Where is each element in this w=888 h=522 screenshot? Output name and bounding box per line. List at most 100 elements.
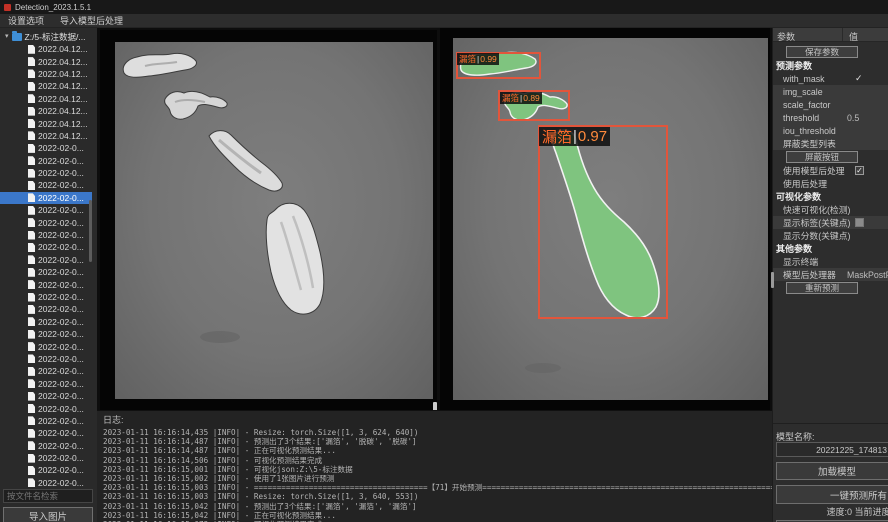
param-button[interactable]: 屏蔽按钮 (786, 151, 858, 163)
tree-item-file[interactable]: 2022-02-0... (0, 216, 92, 228)
tree-item-file[interactable]: 2022-02-0... (0, 316, 92, 328)
param-row[interactable]: 快速可视化(检测) (773, 203, 888, 216)
param-label: img_scale (783, 87, 823, 97)
param-row[interactable]: 模型后处理器MaskPostPro (773, 268, 888, 281)
param-button[interactable]: 保存参数 (786, 46, 858, 58)
tree-item-file[interactable]: 2022-02-0... (0, 142, 92, 154)
log-line: 2023-01-11 16:16:15,042 |INFO| - 正在可视化预测… (103, 511, 772, 520)
file-name: 2022.04.12... (38, 57, 88, 67)
checkbox[interactable]: ✓ (855, 166, 864, 175)
param-row[interactable]: threshold0.5 (773, 111, 888, 124)
tree-scrollbar-thumb[interactable] (89, 200, 92, 262)
tree-item-file[interactable]: 2022.04.12... (0, 55, 92, 67)
param-button[interactable]: 重新预测 (786, 282, 858, 294)
tree-item-file[interactable]: 2022-02-0... (0, 477, 92, 488)
tree-item-file[interactable]: 2022-02-0... (0, 365, 92, 377)
param-button-row: 重新预测 (773, 281, 888, 295)
file-name: 2022-02-0... (38, 255, 84, 265)
log-title: 日志: (103, 413, 772, 426)
log-panel[interactable]: 日志: 2023-01-11 16:16:14,435 |INFO| - Res… (97, 410, 772, 522)
tree-item-file[interactable]: 2022-02-0... (0, 390, 92, 402)
param-row[interactable]: 显示终端 (773, 255, 888, 268)
file-name: 2022-02-0... (38, 416, 84, 426)
tree-item-file[interactable]: 2022.04.12... (0, 80, 92, 92)
tree-item-file[interactable]: 2022-02-0... (0, 278, 92, 290)
param-row[interactable]: with_mask✓ (773, 72, 888, 85)
load-model-button[interactable]: 加载模型 (776, 462, 888, 480)
tree-item-file[interactable]: 2022.04.12... (0, 105, 92, 117)
file-icon (28, 367, 35, 376)
menu-item-settings[interactable]: 设置选项 (8, 14, 44, 27)
file-name: 2022.04.12... (38, 69, 88, 79)
tree-item-file[interactable]: 2022-02-0... (0, 204, 92, 216)
param-label: with_mask (783, 74, 825, 84)
file-icon (28, 317, 35, 326)
file-tree[interactable]: ▾ Z:/5-标注数据/... 2022.04.12...2022.04.12.… (0, 30, 97, 488)
file-name: 2022-02-0... (38, 354, 84, 364)
param-row[interactable]: 显示分数(关键点) (773, 229, 888, 242)
param-label: threshold (783, 113, 819, 123)
file-icon (28, 379, 35, 388)
defect-shapes (115, 42, 433, 399)
param-label: 显示终端 (783, 255, 818, 268)
file-name: 2022-02-0... (38, 304, 84, 314)
tree-item-file[interactable]: 2022-02-0... (0, 340, 92, 352)
panel-splitter-handle[interactable] (771, 272, 774, 288)
search-input[interactable] (3, 489, 93, 503)
log-line: 2023-01-11 16:16:15,042 |INFO| - 预测出了3个结… (103, 502, 772, 511)
tree-item-file[interactable]: 2022-02-0... (0, 378, 92, 390)
column-header-value: 值 (842, 28, 888, 41)
param-row[interactable]: iou_threshold (773, 124, 888, 137)
tree-item-file[interactable]: 2022-02-0... (0, 328, 92, 340)
tree-item-file[interactable]: 2022-02-0... (0, 266, 92, 278)
file-icon (28, 478, 35, 487)
param-row[interactable]: 屏蔽类型列表 (773, 137, 888, 150)
tree-item-file[interactable]: 2022-02-0... (0, 229, 92, 241)
tree-item-file[interactable]: 2022.04.12... (0, 130, 92, 142)
checkbox[interactable] (855, 218, 864, 227)
tree-item-file[interactable]: 2022-02-0... (0, 415, 92, 427)
tree-root-folder[interactable]: ▾ Z:/5-标注数据/... (0, 30, 97, 43)
tree-item-file[interactable]: 2022-02-0... (0, 241, 92, 253)
tree-item-file[interactable]: 2022-02-0... (0, 303, 92, 315)
param-label: 快速可视化(检测) (783, 203, 850, 216)
tree-item-file[interactable]: 2022-02-0... (0, 179, 92, 191)
file-icon (28, 354, 35, 363)
predict-all-button[interactable]: 一键预测所有 (776, 485, 888, 504)
tree-item-file[interactable]: 2022.04.12... (0, 43, 92, 55)
tree-item-file[interactable]: 2022-02-0... (0, 254, 92, 266)
param-row[interactable]: 使用后处理 (773, 177, 888, 190)
log-line: 2023-01-11 16:16:14,487 |INFO| - 正在可视化预测… (103, 446, 772, 455)
tree-item-file[interactable]: 2022-02-0... (0, 291, 92, 303)
image-canvas-original[interactable] (115, 42, 433, 399)
param-row[interactable]: scale_factor (773, 98, 888, 111)
file-name: 2022-02-0... (38, 366, 84, 376)
file-icon (28, 144, 35, 153)
file-icon (28, 231, 35, 240)
tree-item-file[interactable]: 2022-02-0... (0, 402, 92, 414)
param-row[interactable]: img_scale (773, 85, 888, 98)
menu-item-import-postprocess[interactable]: 导入模型后处理 (60, 14, 123, 27)
tree-item-file[interactable]: 2022-02-0... (0, 452, 92, 464)
import-images-button[interactable]: 导入图片 (3, 507, 93, 522)
tree-item-file[interactable]: 2022-02-0... (0, 353, 92, 365)
tree-item-file[interactable]: 2022-02-0... (0, 464, 92, 476)
param-row[interactable]: 显示标签(关键点) (773, 216, 888, 229)
param-row[interactable]: 使用模型后处理✓ (773, 164, 888, 177)
tree-item-file[interactable]: 2022.04.12... (0, 117, 92, 129)
tree-item-file[interactable]: 2022-02-0... (0, 440, 92, 452)
tree-item-file[interactable]: 2022-02-0... (0, 427, 92, 439)
image-canvas-prediction[interactable]: 漏箔 | 0.99 漏箔 | 0.89 漏箔 | 0.97 (453, 38, 768, 400)
label-separator: | (477, 54, 479, 64)
tree-item-file[interactable]: 2022-02-0... (0, 167, 92, 179)
model-name-field[interactable] (776, 442, 888, 457)
file-name: 2022.04.12... (38, 44, 88, 54)
file-name: 2022.04.12... (38, 106, 88, 116)
tree-item-file[interactable]: 2022.04.12... (0, 68, 92, 80)
file-icon (28, 429, 35, 438)
file-name: 2022-02-0... (38, 205, 84, 215)
detection-label: 漏箔 | 0.99 (457, 53, 499, 65)
tree-item-file[interactable]: 2022-02-0... (0, 155, 92, 167)
tree-item-file[interactable]: 2022-02-0... (0, 192, 92, 204)
tree-item-file[interactable]: 2022.04.12... (0, 93, 92, 105)
